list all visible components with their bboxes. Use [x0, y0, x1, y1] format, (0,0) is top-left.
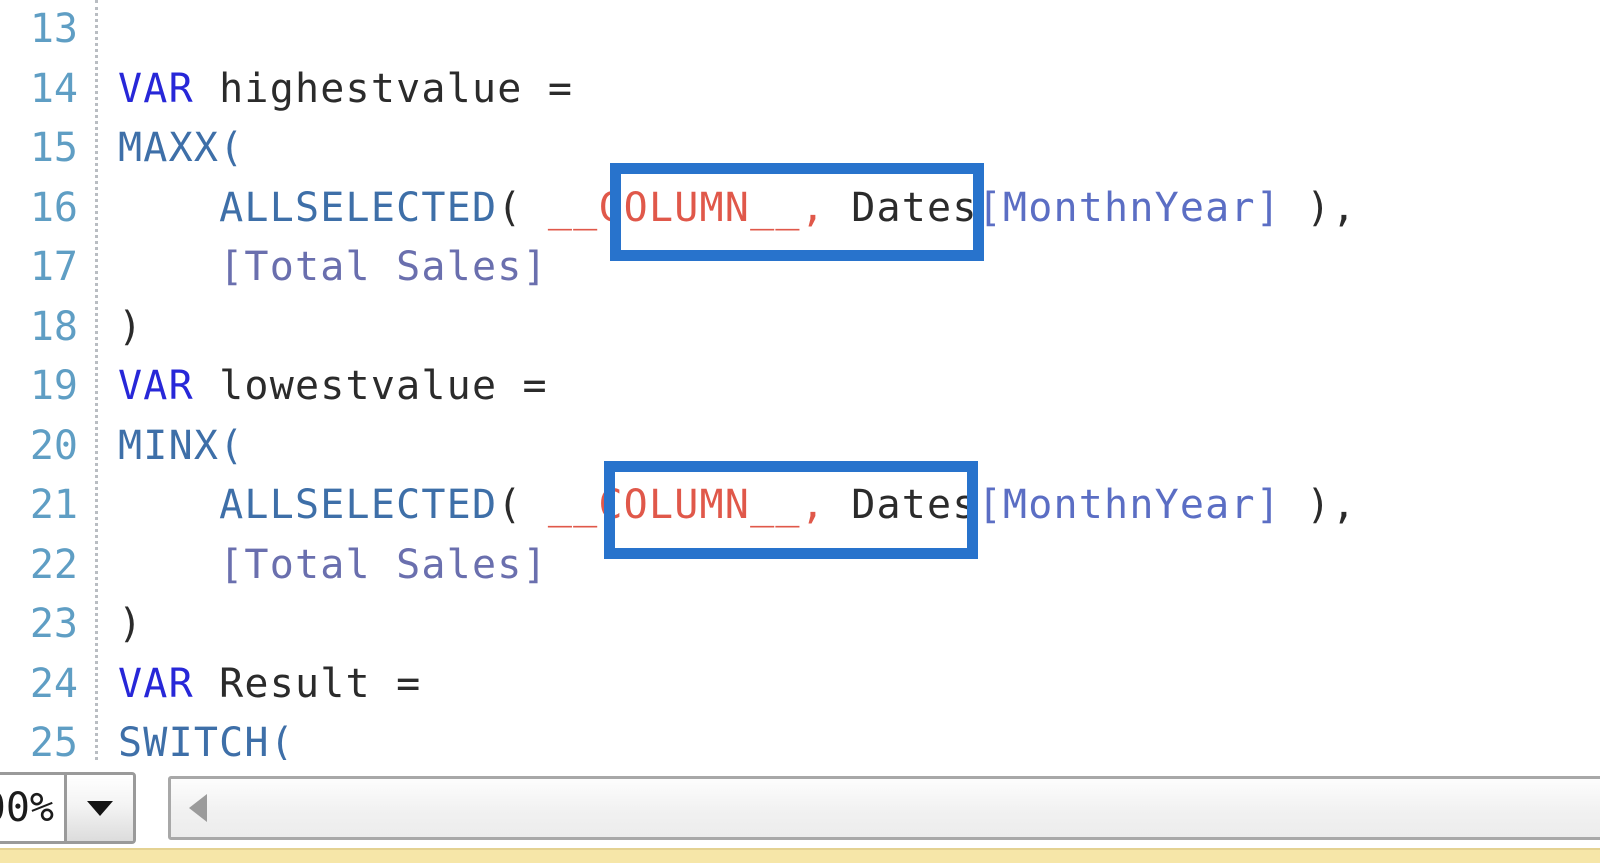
token-function: SWITCH(: [118, 720, 295, 760]
code-line[interactable]: 13: [0, 0, 1600, 60]
token-function: ALLSELECTED: [118, 184, 498, 231]
line-number: 14: [29, 65, 78, 112]
token-table: Dates: [825, 184, 978, 231]
line-number: 19: [29, 363, 78, 409]
line-content: SWITCH(: [118, 714, 295, 760]
token-punctuation: ),: [1281, 184, 1357, 231]
token-punctuation: ),: [1281, 482, 1357, 528]
token-keyword: VAR: [118, 660, 220, 707]
line-number: 13: [29, 6, 78, 52]
line-content: VAR Result =: [118, 655, 421, 715]
line-content: [Total Sales]: [118, 536, 548, 596]
line-content: ): [118, 595, 143, 655]
token-function: ALLSELECTED: [118, 482, 498, 528]
line-number: 25: [29, 720, 78, 760]
code-line[interactable]: 21 ALLSELECTED( __COLUMN__, Dates[Monthn…: [0, 476, 1600, 536]
token-column: [MonthnYear]: [977, 184, 1282, 231]
code-line[interactable]: 17 [Total Sales]: [0, 238, 1600, 298]
token-placeholder-column[interactable]: __COLUMN__,: [523, 482, 826, 528]
line-content: [Total Sales]: [118, 238, 548, 298]
line-number: 18: [29, 303, 78, 350]
token-punctuation: ): [118, 601, 144, 647]
token-operator: =: [370, 660, 422, 707]
line-content: ALLSELECTED( __COLUMN__, Dates[MonthnYea…: [118, 476, 1357, 536]
token-punctuation: ): [118, 303, 144, 350]
line-content: ALLSELECTED( __COLUMN__, Dates[MonthnYea…: [118, 179, 1357, 239]
token-punctuation: (: [497, 482, 523, 528]
chevron-down-icon: [87, 800, 113, 816]
token-identifier: Result: [219, 660, 371, 707]
line-content: MAXX(: [118, 119, 244, 179]
line-number: 20: [29, 422, 78, 469]
line-number: 15: [29, 125, 78, 171]
token-column: [MonthnYear]: [977, 482, 1282, 528]
token-function: MAXX(: [118, 125, 245, 171]
token-table: Dates: [825, 482, 978, 528]
line-number: 16: [29, 184, 78, 231]
dax-formula-editor-window: 13 14 VAR highestvalue = 15 MAXX( 16 ALL…: [0, 0, 1600, 863]
code-line[interactable]: 20 MINX(: [0, 417, 1600, 477]
code-line[interactable]: 18 ): [0, 298, 1600, 358]
token-punctuation: (: [497, 184, 523, 231]
token-operator: =: [522, 65, 574, 112]
token-function: MINX(: [118, 422, 245, 469]
code-line[interactable]: 14 VAR highestvalue =: [0, 60, 1600, 120]
token-identifier: lowestvalue: [219, 363, 498, 409]
token-measure: [Total Sales]: [118, 244, 548, 290]
code-line[interactable]: 16 ALLSELECTED( __COLUMN__, Dates[Monthn…: [0, 179, 1600, 239]
line-content: VAR highestvalue =: [118, 60, 573, 120]
code-line[interactable]: 24 VAR Result =: [0, 655, 1600, 715]
horizontal-scrollbar[interactable]: [168, 776, 1600, 840]
code-line[interactable]: 19 VAR lowestvalue =: [0, 357, 1600, 417]
token-keyword: VAR: [118, 65, 220, 112]
token-operator: =: [497, 363, 548, 409]
code-editor-surface[interactable]: 13 14 VAR highestvalue = 15 MAXX( 16 ALL…: [0, 0, 1600, 760]
code-line[interactable]: 15 MAXX(: [0, 119, 1600, 179]
code-line[interactable]: 23 ): [0, 595, 1600, 655]
zoom-level-combobox[interactable]: 00%: [0, 772, 136, 844]
bottom-accent-strip: [0, 848, 1600, 863]
line-content: ): [118, 298, 143, 358]
line-content: VAR lowestvalue =: [118, 357, 548, 417]
scroll-left-arrow-icon[interactable]: [189, 794, 207, 822]
token-keyword: VAR: [118, 363, 220, 409]
line-content: MINX(: [118, 417, 244, 477]
line-number: 17: [29, 244, 78, 290]
zoom-level-value[interactable]: 00%: [0, 775, 64, 841]
token-identifier: highestvalue: [219, 65, 523, 112]
zoom-dropdown-button[interactable]: [64, 775, 133, 841]
line-number: 22: [29, 541, 78, 588]
code-line[interactable]: 22 [Total Sales]: [0, 536, 1600, 596]
line-number: 24: [29, 660, 78, 707]
code-lines-container[interactable]: 13 14 VAR highestvalue = 15 MAXX( 16 ALL…: [0, 0, 1600, 760]
code-line[interactable]: 25 SWITCH(: [0, 714, 1600, 760]
line-number: 21: [29, 482, 78, 528]
line-number: 23: [29, 601, 78, 647]
token-measure: [Total Sales]: [118, 541, 548, 588]
token-placeholder-column[interactable]: __COLUMN__,: [523, 185, 826, 231]
